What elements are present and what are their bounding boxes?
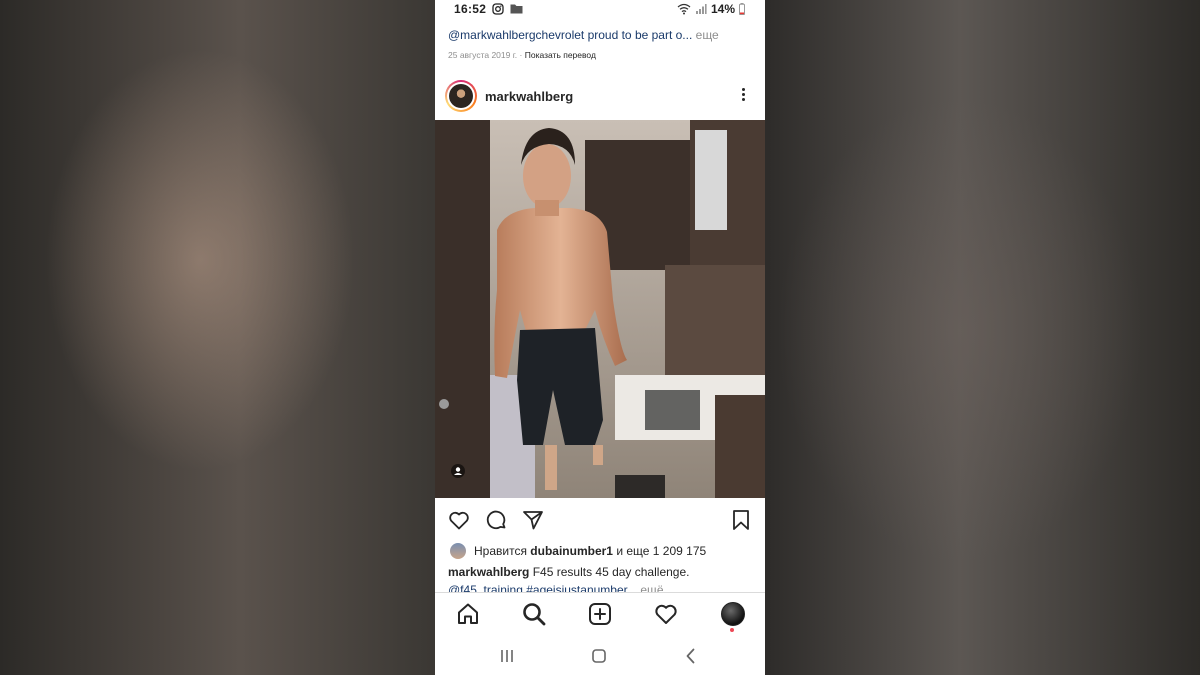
folder-icon [510, 4, 523, 14]
heart-icon[interactable] [447, 508, 471, 532]
signal-icon [696, 4, 707, 14]
notification-dot [730, 628, 734, 632]
wifi-icon [677, 3, 691, 15]
post-header: markwahlberg [435, 78, 765, 116]
translate-link[interactable]: Показать перевод [525, 50, 596, 60]
recent-apps-icon[interactable] [497, 646, 517, 666]
post-image-illustration [435, 120, 765, 498]
caption-username[interactable]: markwahlberg [448, 565, 529, 579]
liker-avatar[interactable] [450, 543, 466, 559]
profile-tab-avatar[interactable] [721, 602, 745, 626]
post-username[interactable]: markwahlberg [485, 89, 573, 104]
instagram-icon [492, 3, 504, 15]
tagged-user-icon[interactable] [451, 464, 465, 478]
activity-heart-icon[interactable] [653, 601, 679, 627]
android-nav-bar [435, 636, 765, 675]
status-time: 16:52 [454, 2, 487, 16]
likes-count[interactable]: и еще 1 209 175 [613, 544, 706, 558]
home-icon[interactable] [455, 601, 481, 627]
bottom-tab-bar [435, 592, 765, 637]
previous-post-caption[interactable]: @markwahlbergchevrolet proud to be part … [448, 28, 753, 42]
send-icon[interactable] [521, 508, 545, 532]
post-actions [435, 505, 765, 535]
comment-icon[interactable] [484, 508, 508, 532]
status-bar: 16:52 14% [435, 0, 765, 20]
battery-icon [739, 3, 745, 15]
home-button-icon[interactable] [589, 646, 609, 666]
likes-text: Нравится dubainumber1 и еще 1 209 175 [474, 544, 706, 558]
likes-summary[interactable]: Нравится dubainumber1 и еще 1 209 175 [448, 542, 758, 560]
previous-caption-text: @markwahlbergchevrolet proud to be part … [448, 28, 696, 42]
search-icon[interactable] [521, 601, 547, 627]
previous-post-date: 25 августа 2019 г. [448, 50, 518, 60]
likes-prefix: Нравится [474, 544, 531, 558]
avatar[interactable] [445, 80, 477, 112]
post-photo[interactable] [435, 120, 765, 498]
caption-text: F45 results 45 day challenge. [529, 565, 690, 579]
add-post-icon[interactable] [587, 601, 613, 627]
likes-user[interactable]: dubainumber1 [530, 544, 613, 558]
previous-post-meta: 25 августа 2019 г. · Показать перевод [448, 50, 596, 60]
phone-screen: 16:52 14% @markwahlbergchevrolet proud t… [435, 0, 765, 675]
post-caption: markwahlberg F45 results 45 day challeng… [448, 565, 689, 579]
battery-percentage: 14% [711, 2, 736, 16]
more-vertical-icon[interactable] [733, 86, 753, 108]
back-icon[interactable] [681, 646, 701, 666]
previous-caption-more[interactable]: еще [696, 28, 719, 42]
bookmark-icon[interactable] [729, 508, 753, 532]
